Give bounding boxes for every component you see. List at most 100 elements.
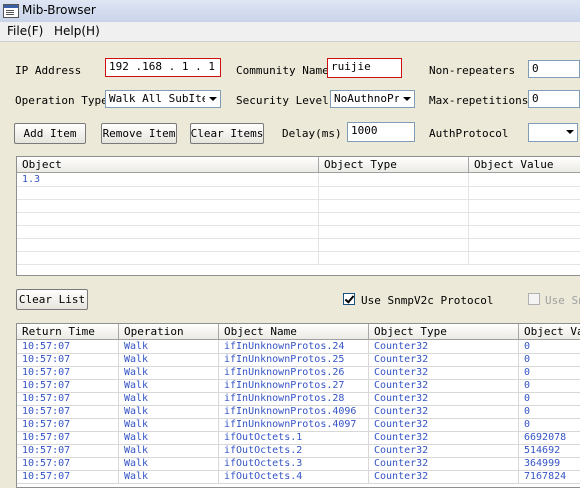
table-cell: 10:57:07 (17, 470, 119, 483)
security-level-select[interactable]: NoAuthnoPriv (330, 90, 415, 108)
table-cell: ifInUnknownProtos.4096 (219, 405, 369, 418)
table-cell: 10:57:07 (17, 392, 119, 405)
menu-bar: File(F) Help(H) (0, 22, 580, 42)
table-cell (319, 251, 469, 264)
table-cell: Walk (119, 366, 219, 379)
use-snmpv2c-checkbox[interactable] (343, 293, 355, 305)
result-table[interactable]: Return Time Operation Object Name Object… (16, 323, 580, 488)
table-cell: Counter32 (369, 366, 519, 379)
column-header-object[interactable]: Object (17, 157, 319, 172)
ip-address-field[interactable]: 192 .168 . 1 . 1 (105, 58, 221, 77)
table-cell (319, 225, 469, 238)
table-cell (319, 186, 469, 199)
table-cell: 6692078 (519, 431, 580, 444)
table-cell: Counter32 (369, 457, 519, 470)
table-row[interactable] (17, 238, 580, 252)
table-row[interactable] (17, 225, 580, 239)
operation-type-value: Walk All SubItem (109, 92, 215, 105)
table-row[interactable] (17, 186, 580, 200)
table-cell: Walk (119, 340, 219, 353)
table-cell: 10:57:07 (17, 379, 119, 392)
table-cell: Counter32 (369, 418, 519, 431)
table-cell: 0 (519, 366, 580, 379)
ip-address-label: IP Address (15, 64, 82, 77)
table-row[interactable] (17, 212, 580, 226)
operation-type-label: Operation Type (15, 94, 108, 107)
table-row[interactable]: 10:57:07 Walk ifInUnknownProtos.4097 Counte… (17, 418, 580, 432)
table-cell: 10:57:07 (17, 366, 119, 379)
table-row[interactable]: 1.3 (17, 173, 580, 187)
table-row[interactable]: 10:57:07 Walk ifOutOctets.3 Counter32 364999 (17, 457, 580, 471)
community-name-field[interactable]: ruijie (327, 58, 402, 78)
object-table-header: Object Object Type Object Value (17, 157, 580, 173)
table-cell: 0 (519, 392, 580, 405)
table-cell: Walk (119, 444, 219, 457)
table-row[interactable]: 10:57:07 Walk ifInUnknownProtos.28 Counter3… (17, 392, 580, 406)
table-cell: ifInUnknownProtos.26 (219, 366, 369, 379)
column-header-return-time[interactable]: Return Time (17, 324, 119, 339)
table-row[interactable]: 10:57:07 Walk ifInUnknownProtos.4096 Counte… (17, 405, 580, 419)
table-row[interactable]: 10:57:07 Walk ifInUnknownProtos.24 Counter3… (17, 340, 580, 354)
table-row[interactable] (17, 199, 580, 213)
non-repeaters-field[interactable]: 0 (528, 60, 580, 78)
auth-protocol-select[interactable] (528, 123, 578, 142)
column-header-object-name[interactable]: Object Name (219, 324, 369, 339)
result-table-header: Return Time Operation Object Name Object… (17, 324, 580, 340)
menu-file[interactable]: File(F) (7, 24, 43, 38)
table-cell: 10:57:07 (17, 405, 119, 418)
table-row[interactable]: 10:57:07 Walk ifInUnknownProtos.26 Counter3… (17, 366, 580, 380)
table-row[interactable] (17, 251, 580, 265)
table-cell (469, 199, 580, 212)
use-snmpv3-checkbox[interactable] (528, 293, 540, 305)
table-row[interactable]: 10:57:07 Walk ifInUnknownProtos.27 Counter3… (17, 379, 580, 393)
table-cell: Counter32 (369, 340, 519, 353)
chevron-down-icon[interactable] (399, 91, 414, 107)
delay-label: Delay(ms) (282, 127, 342, 140)
table-cell (319, 238, 469, 251)
use-snmpv2c-label: Use SnmpV2c Protocol (361, 294, 494, 307)
table-cell: Walk (119, 379, 219, 392)
column-header-object-value[interactable]: Object Value (519, 324, 580, 339)
table-cell (469, 225, 580, 238)
menu-help[interactable]: Help(H) (54, 24, 100, 38)
table-cell: ifOutOctets.4 (219, 470, 369, 483)
table-cell: Walk (119, 418, 219, 431)
table-row[interactable]: 10:57:07 Walk ifOutOctets.1 Counter32 669207… (17, 431, 580, 445)
table-cell: 10:57:07 (17, 431, 119, 444)
column-header-operation[interactable]: Operation (119, 324, 219, 339)
table-cell: ifInUnknownProtos.28 (219, 392, 369, 405)
table-cell: Walk (119, 431, 219, 444)
max-repetitions-field[interactable]: 0 (528, 90, 580, 108)
column-header-object-value[interactable]: Object Value (469, 157, 580, 172)
operation-type-select[interactable]: Walk All SubItem (105, 90, 221, 108)
table-cell (469, 251, 580, 264)
remove-item-button[interactable]: Remove Item (101, 123, 177, 144)
table-row[interactable]: 10:57:07 Walk ifInUnknownProtos.25 Counter3… (17, 353, 580, 367)
table-cell (17, 186, 319, 199)
security-level-label: Security Level (236, 94, 329, 107)
chevron-down-icon[interactable] (562, 124, 577, 140)
table-cell: Walk (119, 405, 219, 418)
table-cell: ifOutOctets.1 (219, 431, 369, 444)
chevron-down-icon[interactable] (205, 91, 220, 107)
table-cell: 1.3 (17, 173, 319, 186)
table-cell: ifInUnknownProtos.25 (219, 353, 369, 366)
table-cell (17, 212, 319, 225)
add-item-button[interactable]: Add Item (14, 123, 86, 144)
column-header-object-type[interactable]: Object Type (319, 157, 469, 172)
table-cell: Walk (119, 470, 219, 483)
table-cell: 0 (519, 340, 580, 353)
table-row[interactable]: 10:57:07 Walk ifOutOctets.2 Counter32 514692 (17, 444, 580, 458)
table-cell (319, 212, 469, 225)
clear-items-button[interactable]: Clear Items (190, 123, 264, 144)
table-row[interactable]: 10:57:07 Walk ifOutOctets.4 Counter32 716782… (17, 470, 580, 484)
table-cell (319, 173, 469, 186)
table-cell (469, 173, 580, 186)
column-header-object-type[interactable]: Object Type (369, 324, 519, 339)
clear-list-button[interactable]: Clear List (16, 289, 88, 310)
table-cell: Counter32 (369, 470, 519, 483)
delay-field[interactable]: 1000 (347, 122, 415, 142)
object-table[interactable]: Object Object Type Object Value 1.3 (16, 156, 580, 276)
table-cell: ifOutOctets.3 (219, 457, 369, 470)
table-cell (469, 186, 580, 199)
